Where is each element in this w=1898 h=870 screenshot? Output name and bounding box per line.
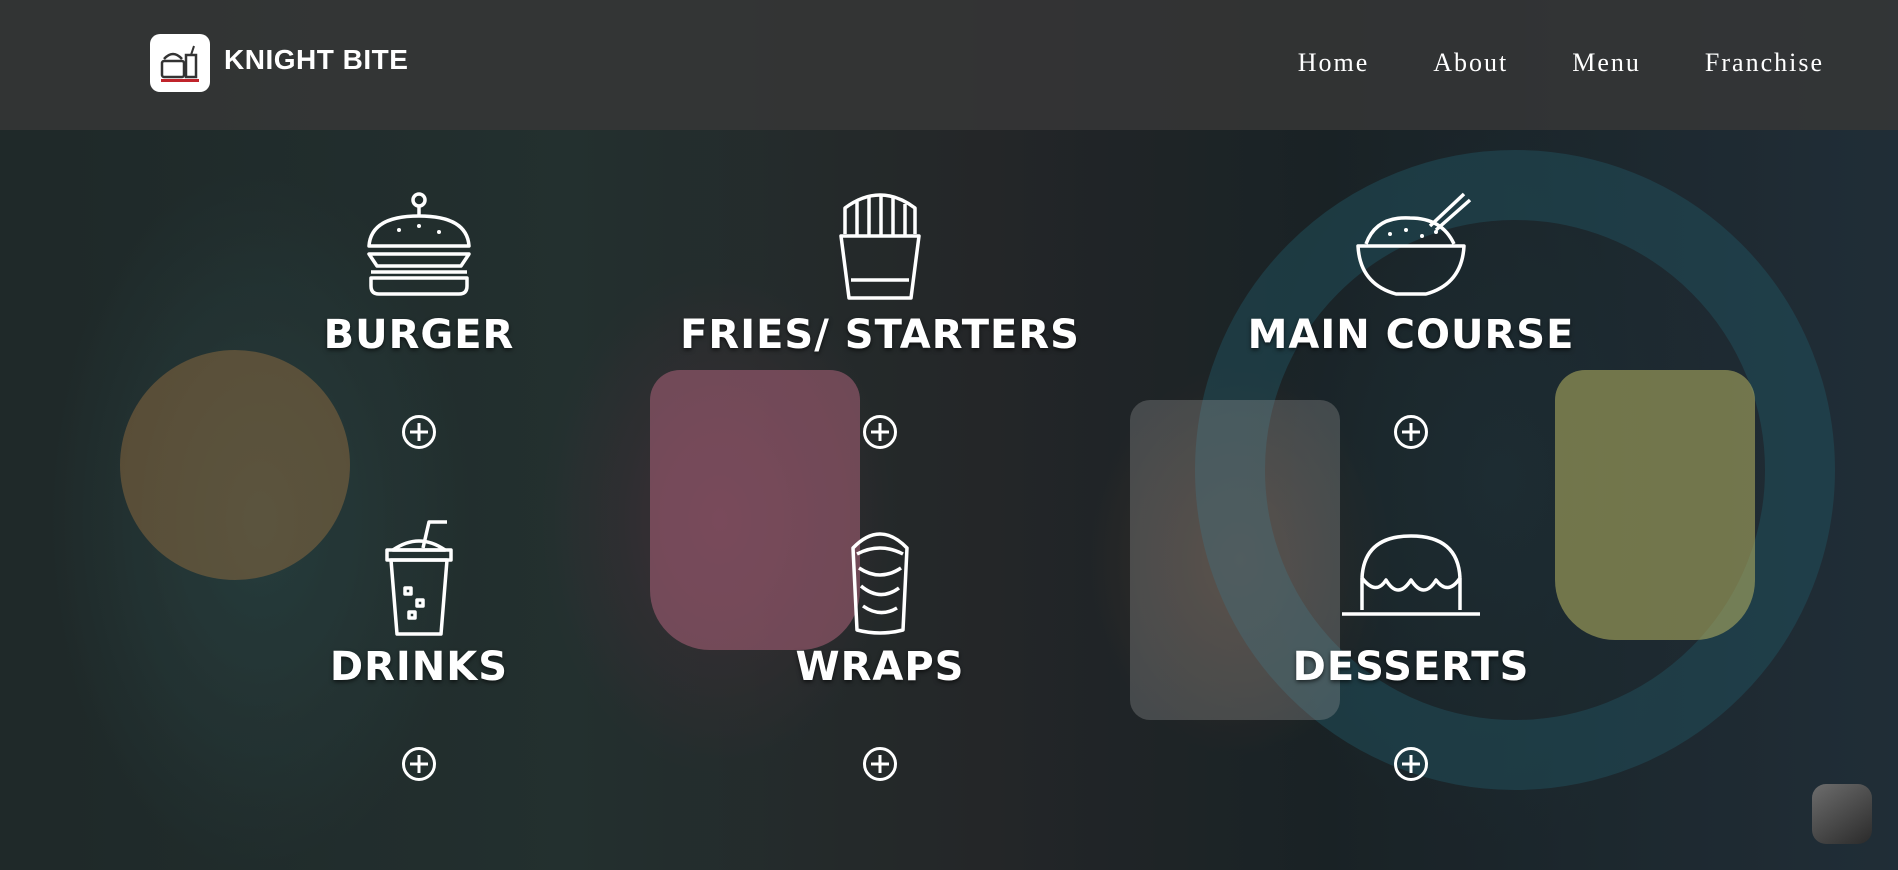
top-nav-bar: KNIGHT BITE Home About Menu Franchise [0,0,1898,130]
expand-drinks-button[interactable] [402,747,436,781]
category-label: DESSERTS [1292,644,1530,690]
category-drinks[interactable]: DRINKS [209,518,629,690]
category-label: MAIN COURSE [1247,312,1575,358]
brand-name[interactable]: KNIGHT BITE [224,44,408,76]
category-desserts[interactable]: DESSERTS [1201,518,1621,690]
expand-burger-button[interactable] [402,415,436,449]
category-label: FRIES/ STARTERS [680,312,1080,358]
fries-icon [839,193,921,300]
nav-about[interactable]: About [1433,48,1508,78]
category-label: WRAPS [795,644,965,690]
burger-icon [367,192,471,296]
expand-desserts-button[interactable] [1394,747,1428,781]
nav-home[interactable]: Home [1298,48,1370,78]
knight-bite-logo-icon [160,45,199,82]
category-burger[interactable]: BURGER [209,186,629,358]
rice-bowl-icon [1356,192,1472,296]
category-wraps[interactable]: WRAPS [670,518,1090,690]
expand-wraps-button[interactable] [863,747,897,781]
category-main-course[interactable]: MAIN COURSE [1201,186,1621,358]
expand-fries-starters-button[interactable] [863,415,897,449]
nav-menu[interactable]: Menu [1572,48,1641,78]
category-label: BURGER [323,312,515,358]
main-navigation: Home About Menu Franchise [1298,48,1824,78]
hero-background [0,0,1898,870]
floating-widget-button[interactable] [1812,784,1872,844]
category-fries-starters[interactable]: FRIES/ STARTERS [670,186,1090,358]
drink-cup-icon [385,520,453,636]
expand-main-course-button[interactable] [1394,415,1428,449]
dessert-icon [1342,534,1480,616]
nav-franchise[interactable]: Franchise [1705,48,1824,78]
category-label: DRINKS [329,644,509,690]
wrap-icon [851,532,909,635]
brand-logo[interactable] [150,34,210,92]
